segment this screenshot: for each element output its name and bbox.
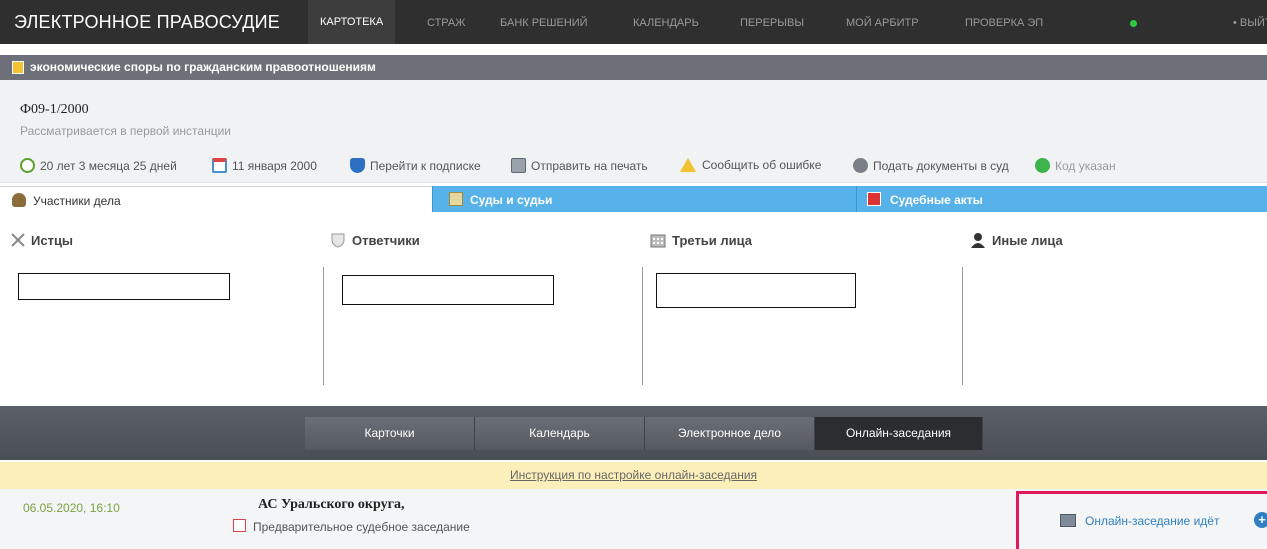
subscribe-link[interactable]: Перейти к подписке bbox=[350, 158, 481, 173]
instruction-bar: Инструкция по настройке онлайн-заседания bbox=[0, 462, 1267, 489]
category-icon bbox=[12, 61, 24, 74]
printer-icon bbox=[511, 158, 526, 173]
clock-icon bbox=[20, 158, 35, 173]
plaintiff-redacted bbox=[18, 273, 230, 300]
column-divider bbox=[642, 267, 643, 385]
code-status: Код указан bbox=[1035, 158, 1116, 173]
category-bar: экономические споры по гражданским право… bbox=[0, 55, 1267, 80]
case-number: Ф09-1/2000 bbox=[20, 102, 89, 117]
tab-cards[interactable]: Карточки bbox=[305, 417, 475, 450]
calendar-icon bbox=[212, 158, 227, 173]
check-icon bbox=[1035, 158, 1050, 173]
courthouse-icon bbox=[449, 192, 463, 206]
column-divider bbox=[323, 267, 324, 385]
tab-online-hearings[interactable]: Онлайн-заседания bbox=[815, 417, 983, 450]
tab-acts[interactable]: Судебные акты bbox=[856, 186, 1267, 212]
online-hearing-link[interactable]: Онлайн-заседание идёт bbox=[1085, 514, 1219, 528]
online-status-dot bbox=[1130, 20, 1137, 27]
nav-pereryvy[interactable]: ПЕРЕРЫВЫ bbox=[740, 17, 804, 29]
hearing-datetime: 06.05.2020, 16:10 bbox=[23, 501, 120, 515]
nav-kartoteka[interactable]: КАРТОТЕКА bbox=[308, 0, 396, 44]
nav-kalendar[interactable]: КАЛЕНДАРЬ bbox=[633, 17, 699, 29]
swords-icon bbox=[10, 232, 26, 248]
category-label: экономические споры по гражданским право… bbox=[30, 60, 376, 74]
nav-proverka-ep[interactable]: ПРОВЕРКА ЭП bbox=[965, 17, 1043, 29]
tab-electronic-case[interactable]: Электронное дело bbox=[645, 417, 815, 450]
case-date: 11 января 2000 bbox=[212, 158, 317, 173]
plaintiffs-heading: Истцы bbox=[31, 233, 74, 248]
report-error-link[interactable]: Сообщить об ошибке bbox=[680, 158, 821, 172]
third-party-redacted bbox=[656, 273, 856, 308]
top-nav: ЭЛЕКТРОННОЕ ПРАВОСУДИЕ КАРТОТЕКА СТРАЖ Б… bbox=[0, 0, 1267, 44]
tab-acts-label: Судебные акты bbox=[890, 193, 983, 207]
tab-parties-label: Участники дела bbox=[33, 194, 121, 208]
case-duration: 20 лет 3 месяца 25 дней bbox=[20, 158, 177, 173]
shield-icon bbox=[330, 232, 346, 248]
warning-icon bbox=[680, 158, 696, 172]
defendants-heading: Ответчики bbox=[352, 233, 420, 248]
plus-icon[interactable]: + bbox=[1254, 512, 1267, 528]
nav-strazh[interactable]: СТРАЖ bbox=[427, 17, 465, 29]
shield-icon bbox=[350, 158, 365, 173]
tab-parties[interactable]: Участники дела bbox=[0, 186, 432, 212]
case-header: Ф09-1/2000 Рассматривается в первой инст… bbox=[0, 80, 1267, 183]
column-divider bbox=[962, 267, 963, 385]
submit-documents-link[interactable]: Подать документы в суд bbox=[853, 158, 1009, 173]
tab-courts[interactable]: Суды и судьи bbox=[432, 186, 856, 212]
person-icon bbox=[12, 193, 26, 207]
others-heading: Иные лица bbox=[992, 233, 1063, 248]
person-icon bbox=[970, 232, 986, 248]
hearing-type: Предварительное судебное заседание bbox=[253, 520, 470, 534]
logout-link[interactable]: • ВЫЙТИ bbox=[1233, 17, 1267, 29]
third-parties-heading: Третьи лица bbox=[672, 233, 753, 248]
nav-bank-resheniy[interactable]: БАНК РЕШЕНИЙ bbox=[500, 17, 588, 29]
tab-calendar[interactable]: Календарь bbox=[475, 417, 645, 450]
tab-courts-label: Суды и судьи bbox=[470, 193, 553, 207]
site-logo[interactable]: ЭЛЕКТРОННОЕ ПРАВОСУДИЕ bbox=[14, 12, 280, 33]
nav-moy-arbitr[interactable]: МОЙ АРБИТР bbox=[846, 17, 919, 29]
case-view-tabs: Карточки Календарь Электронное дело Онла… bbox=[0, 406, 1267, 460]
defendant-redacted bbox=[342, 275, 554, 305]
building-icon bbox=[650, 232, 666, 248]
case-status: Рассматривается в первой инстанции bbox=[20, 124, 231, 138]
pdf-icon bbox=[867, 192, 881, 206]
hearing-court: АС Уральского округа, bbox=[258, 497, 405, 512]
instruction-link[interactable]: Инструкция по настройке онлайн-заседания bbox=[510, 468, 757, 482]
monitor-icon bbox=[1060, 514, 1076, 527]
calendar-icon bbox=[233, 519, 246, 532]
plus-circle-icon bbox=[853, 158, 868, 173]
print-link[interactable]: Отправить на печать bbox=[511, 158, 648, 173]
